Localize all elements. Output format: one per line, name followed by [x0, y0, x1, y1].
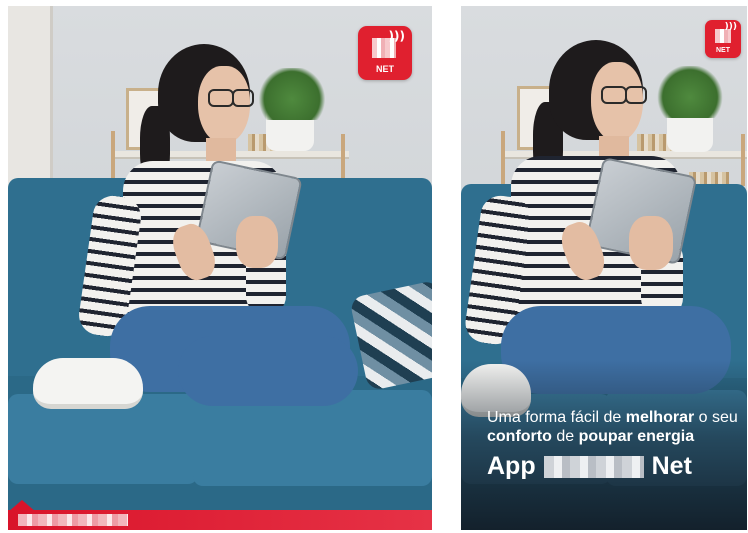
tagline-text: de [551, 428, 579, 445]
app-title: App Net [487, 452, 692, 481]
tagline-emphasis: melhorar [625, 409, 695, 426]
brand-logo: ))) NET [358, 26, 412, 80]
tagline-text: Uma forma fácil de [487, 409, 626, 426]
logo-label: NET [716, 47, 730, 54]
tagline-emphasis: poupar energia [578, 428, 695, 445]
glasses [601, 86, 627, 104]
hand [236, 216, 278, 268]
hand [629, 216, 673, 270]
app-title-suffix: Net [651, 452, 692, 480]
lifestyle-photo [8, 6, 432, 530]
ad-card-right[interactable]: ))) NET Uma forma fácil de melhorar o se… [461, 6, 747, 530]
brand-banner [8, 510, 432, 530]
glasses [232, 89, 254, 107]
tagline-text: o seu [694, 409, 738, 426]
ad-card-left[interactable]: ))) NET [8, 6, 432, 530]
woman-with-tablet [8, 6, 432, 530]
redacted-brand-name [543, 455, 644, 478]
ad-tagline: Uma forma fácil de melhorar o seu confor… [487, 408, 747, 446]
app-title-prefix: App [487, 452, 536, 480]
wifi-icon: ))) [724, 22, 737, 32]
logo-label: NET [376, 64, 394, 74]
jeans [178, 336, 358, 406]
redacted-text [18, 514, 128, 526]
glasses [208, 89, 234, 107]
sneaker [33, 358, 143, 409]
brand-logo: ))) NET [705, 20, 741, 58]
tagline-emphasis: conforto [487, 428, 552, 445]
wifi-icon: ))) [388, 29, 405, 43]
glasses [625, 86, 647, 104]
